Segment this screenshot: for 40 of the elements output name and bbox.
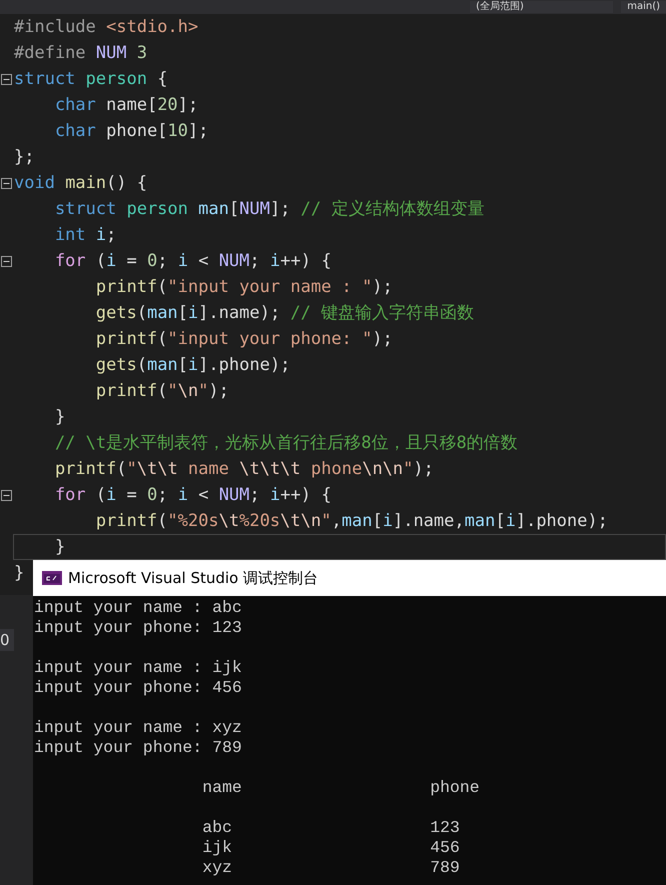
console-output-line: input your name : ijk	[34, 658, 242, 677]
console-output-line: input your phone: 789	[34, 738, 242, 757]
code-line: // \t是水平制表符，光标从首行往后移8位，且只移8的倍数	[54, 432, 519, 455]
code-line: #define NUM 3	[13, 42, 148, 65]
code-line: printf("input your name : ");	[94, 276, 394, 299]
code-line: int i;	[54, 224, 118, 247]
code-line: printf("\t\t name \t\t\t phone\n\n");	[54, 458, 435, 481]
code-line: struct person man[NUM]; // 定义结构体数组变量	[54, 198, 486, 221]
code-line: }	[54, 406, 66, 429]
console-output-line: input your name : abc	[34, 598, 242, 617]
console-output-line: input your phone: 456	[34, 678, 242, 697]
console-output-line: name phone	[201, 778, 480, 797]
code-line: struct person {	[13, 68, 169, 91]
console-app-icon	[42, 571, 62, 585]
collapse-icon[interactable]	[1, 74, 12, 84]
code-line: gets(man[i].name); // 键盘输入字符串函数	[94, 302, 476, 325]
code-line: void main() {	[13, 172, 148, 195]
code-line: gets(man[i].phone);	[94, 354, 292, 377]
code-line: for (i = 0; i < NUM; i++) {	[54, 250, 332, 273]
console-output-line: input your name : xyz	[34, 718, 242, 737]
console-title: Microsoft Visual Studio 调试控制台	[68, 568, 318, 588]
console-output-line: input your phone: 123	[34, 618, 242, 637]
code-line: }	[13, 562, 26, 585]
code-line: for (i = 0; i < NUM; i++) {	[54, 484, 332, 507]
collapse-icon[interactable]	[1, 256, 12, 266]
code-line: printf("\n");	[94, 380, 230, 403]
code-line: char name[20];	[54, 94, 200, 117]
console-output-line: ijk 456	[201, 838, 460, 857]
collapse-icon[interactable]	[1, 490, 12, 500]
scope-dropdown[interactable]: (全局范围)	[470, 1, 614, 13]
member-dropdown[interactable]: main()	[621, 1, 666, 13]
code-line: char phone[10];	[54, 120, 210, 143]
console-output-line: xyz 789	[201, 858, 460, 877]
code-line: };	[13, 146, 36, 169]
code-line: printf("%20s\t%20s\t\n",man[i].name,man[i].phone);	[94, 510, 609, 533]
console-output-line: abc 123	[201, 818, 460, 837]
collapse-icon[interactable]	[1, 178, 12, 188]
panel-text: 0	[0, 629, 14, 651]
code-line: printf("input your phone: ");	[94, 328, 394, 351]
code-line: #include <stdio.h>	[13, 16, 200, 39]
